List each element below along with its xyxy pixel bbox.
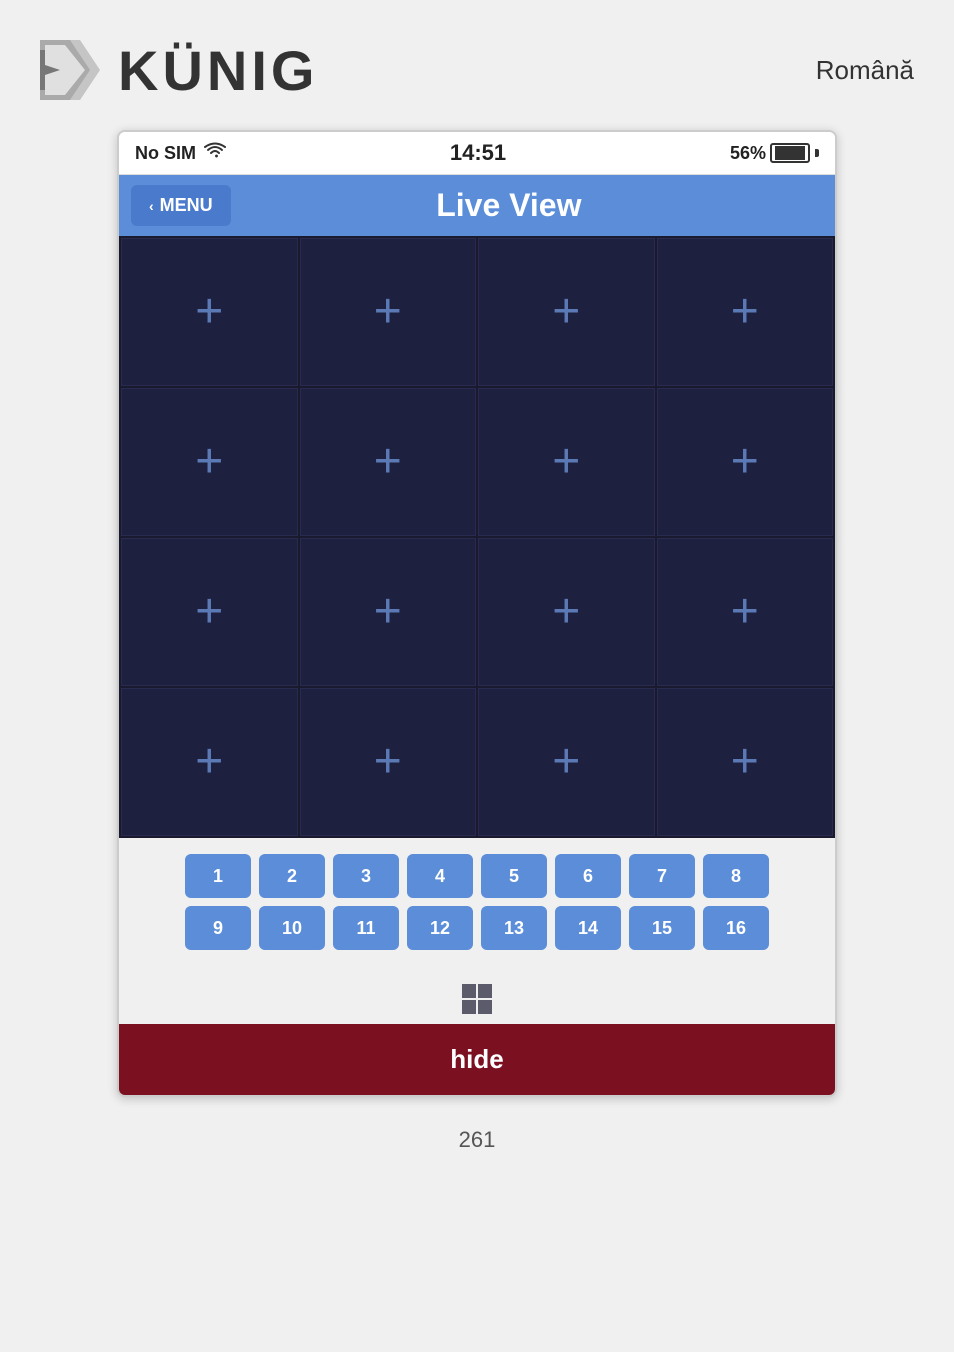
battery-percentage: 56% [730,143,766,164]
add-channel-icon-11: + [552,588,580,636]
channel-btn-12[interactable]: 12 [407,906,473,950]
add-channel-icon-12: + [731,588,759,636]
layout-cell-1 [462,984,476,998]
grid-cell-14[interactable]: + [300,688,477,836]
layout-selector[interactable] [119,974,835,1024]
menu-label: MENU [160,195,213,216]
channel-row-1: 1 2 3 4 5 6 7 8 [131,854,823,898]
grid-cell-13[interactable]: + [121,688,298,836]
channel-btn-5[interactable]: 5 [481,854,547,898]
channel-btn-10[interactable]: 10 [259,906,325,950]
grid-cell-12[interactable]: + [657,538,834,686]
layout-grid-icon [462,984,492,1014]
channel-btn-11[interactable]: 11 [333,906,399,950]
konig-logo-icon [30,30,110,110]
grid-cell-10[interactable]: + [300,538,477,686]
channel-btn-15[interactable]: 15 [629,906,695,950]
add-channel-icon-1: + [195,288,223,336]
channel-btn-6[interactable]: 6 [555,854,621,898]
add-channel-icon-8: + [731,438,759,486]
carrier-label: No SIM [135,143,196,164]
channel-btn-13[interactable]: 13 [481,906,547,950]
add-channel-icon-2: + [374,288,402,336]
add-channel-icon-5: + [195,438,223,486]
grid-cell-1[interactable]: + [121,238,298,386]
grid-cell-11[interactable]: + [478,538,655,686]
wifi-icon [204,142,226,165]
add-channel-icon-15: + [552,738,580,786]
add-channel-icon-14: + [374,738,402,786]
channel-btn-2[interactable]: 2 [259,854,325,898]
logo-area: KÜNIG [30,30,318,110]
layout-cell-3 [462,1000,476,1014]
grid-cell-3[interactable]: + [478,238,655,386]
page-number: 261 [459,1127,496,1153]
channel-btn-3[interactable]: 3 [333,854,399,898]
menu-button[interactable]: ‹ MENU [131,185,231,226]
status-right: 56% [730,143,819,164]
layout-cell-4 [478,1000,492,1014]
nav-bar: ‹ MENU Live View [119,175,835,236]
grid-cell-4[interactable]: + [657,238,834,386]
grid-cell-8[interactable]: + [657,388,834,536]
grid-cell-2[interactable]: + [300,238,477,386]
battery-tip [815,149,819,157]
channel-btn-8[interactable]: 8 [703,854,769,898]
grid-cell-5[interactable]: + [121,388,298,536]
add-channel-icon-4: + [731,288,759,336]
channel-btn-7[interactable]: 7 [629,854,695,898]
channel-btn-16[interactable]: 16 [703,906,769,950]
top-header: KÜNIG Română [0,0,954,130]
channel-row-2: 9 10 11 12 13 14 15 16 [131,906,823,950]
status-left: No SIM [135,142,226,165]
logo-text: KÜNIG [118,38,318,103]
hide-button[interactable]: hide [119,1024,835,1095]
channel-section: 1 2 3 4 5 6 7 8 9 10 11 12 13 14 15 16 [119,838,835,974]
channel-btn-4[interactable]: 4 [407,854,473,898]
add-channel-icon-10: + [374,588,402,636]
grid-cell-15[interactable]: + [478,688,655,836]
chevron-left-icon: ‹ [149,198,154,214]
channel-btn-14[interactable]: 14 [555,906,621,950]
add-channel-icon-7: + [552,438,580,486]
layout-cell-2 [478,984,492,998]
grid-cell-16[interactable]: + [657,688,834,836]
live-view-grid: + + + + + + + + [119,236,835,838]
add-channel-icon-9: + [195,588,223,636]
phone-frame: No SIM 14:51 56% [117,130,837,1097]
add-channel-icon-3: + [552,288,580,336]
nav-title: Live View [243,187,835,224]
add-channel-icon-13: + [195,738,223,786]
battery-icon [770,143,810,163]
grid-cell-7[interactable]: + [478,388,655,536]
add-channel-icon-16: + [731,738,759,786]
language-label[interactable]: Română [816,55,914,86]
add-channel-icon-6: + [374,438,402,486]
channel-btn-1[interactable]: 1 [185,854,251,898]
channel-btn-9[interactable]: 9 [185,906,251,950]
grid-cell-9[interactable]: + [121,538,298,686]
status-time: 14:51 [450,140,506,166]
status-bar: No SIM 14:51 56% [119,132,835,175]
grid-cell-6[interactable]: + [300,388,477,536]
